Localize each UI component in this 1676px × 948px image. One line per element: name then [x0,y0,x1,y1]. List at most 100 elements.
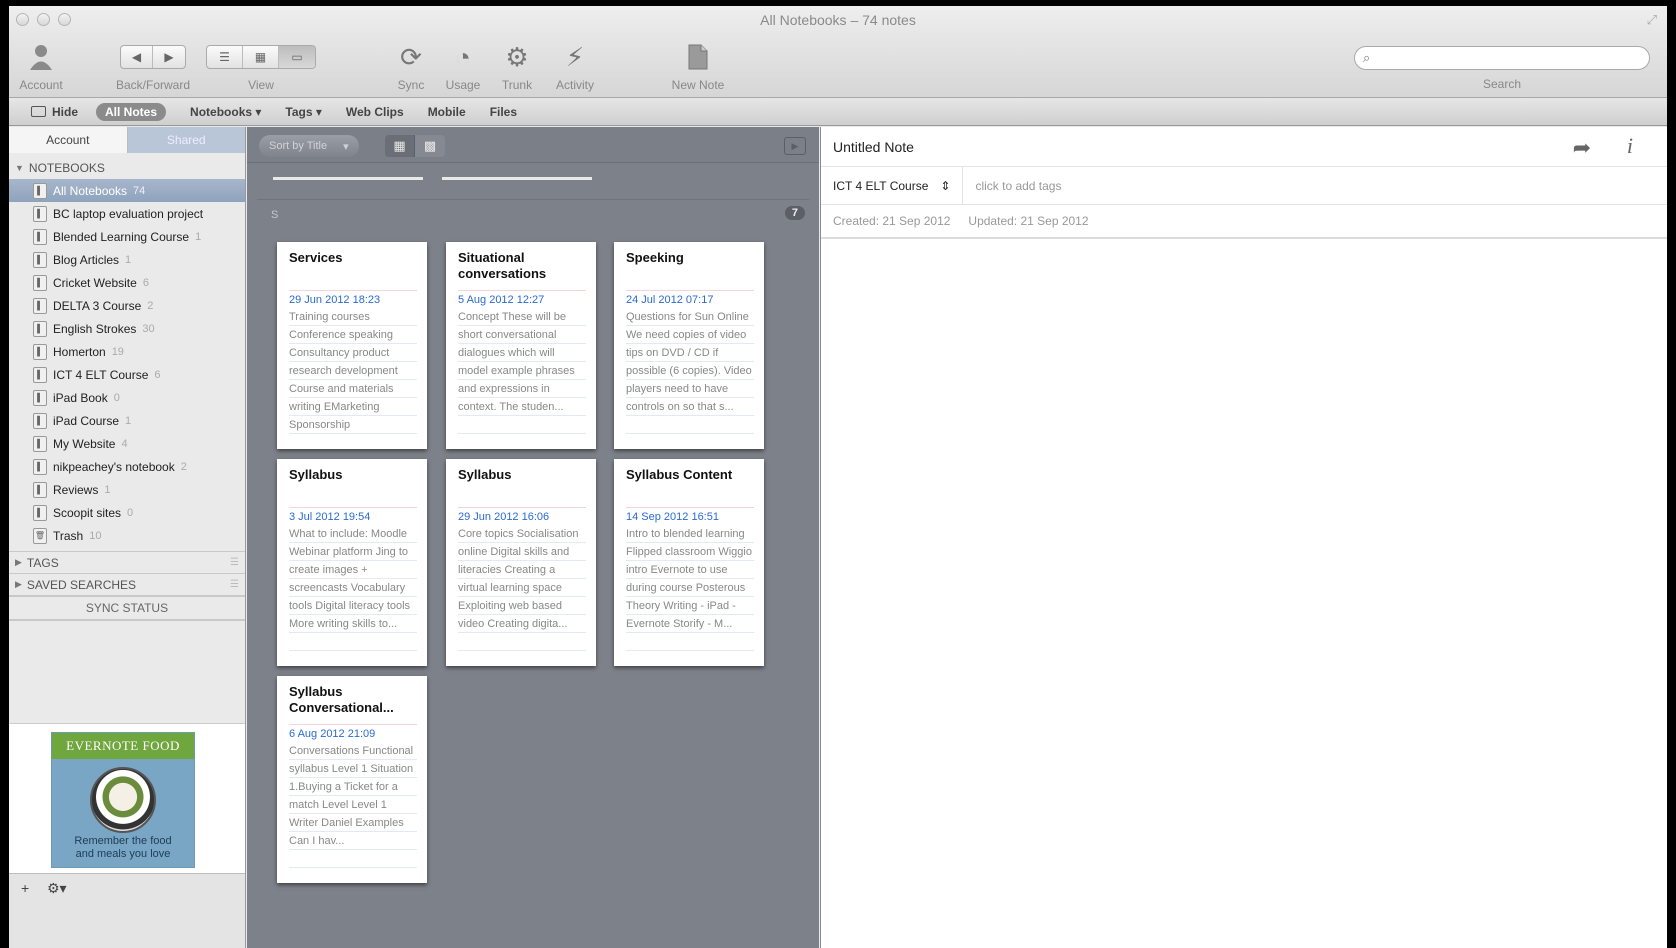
sidebar-item-notebook[interactable]: ▌ iPad Book 0 [9,386,245,409]
search-field[interactable]: ⌕ [1354,46,1650,70]
sort-label: Sort by Title [269,140,328,152]
all-notes-filter[interactable]: All Notes [96,102,167,121]
sidebar-item-notebook[interactable]: ▌ Reviews 1 [9,478,245,501]
search-icon: ⌕ [1363,50,1371,65]
notebook-selector[interactable]: ICT 4 ELT Course ⇕ [833,166,964,205]
note-card-title: Speeking [626,250,684,265]
notebook-name: Scoopit sites [53,505,122,520]
tags-menu[interactable]: Tags ▾ [285,105,321,119]
list-view-icon[interactable]: ☰ [207,46,243,68]
notebooks-menu[interactable]: Notebooks ▾ [190,105,261,119]
evernote-food-promo[interactable]: EVERNOTE FOOD Remember the food and meal… [51,732,195,868]
note-card-date: 24 Jul 2012 07:17 [626,290,754,308]
expand-note-icon[interactable]: ▶ [784,137,806,155]
card-view-icon[interactable]: ▭ [279,46,315,68]
disclosure-closed-icon: ▶ [15,557,22,567]
notebook-name: Blended Learning Course [53,229,190,244]
sidebar-item-notebook[interactable]: ▌ Cricket Website 6 [9,271,245,294]
tab-shared[interactable]: Shared [127,127,245,153]
note-card[interactable]: Syllabus Content 14 Sep 2012 16:51 Intro t… [614,459,764,666]
notebook-name: Trash [53,528,84,543]
hide-sidebar-button[interactable]: Hide [31,105,78,119]
sync-label: Sync [397,78,425,92]
note-card[interactable]: Syllabus 3 Jul 2012 19:54 What to include:… [277,459,427,666]
back-arrow-icon[interactable]: ◀ [121,46,154,68]
gear-icon[interactable]: ⚙▾ [47,880,67,897]
note-card[interactable]: Syllabus 29 Jun 2012 16:06 Core topics Soc… [446,459,596,666]
account-label: Account [19,78,63,92]
new-note-button[interactable]: New Note [664,40,732,92]
note-card[interactable]: Speeking 24 Jul 2012 07:17 Questions for S… [614,242,764,449]
notebook-count: 1 [125,253,132,266]
notebook-icon: ▌ [33,504,47,521]
window-title: All Notebooks – 74 notes [760,12,916,28]
tab-account[interactable]: Account [9,127,128,153]
activity-icon: ⚡ [565,41,585,72]
tags-section-header[interactable]: ▶ TAGS ☰ [9,551,245,573]
search-input[interactable] [1381,49,1641,67]
notebook-icon: ▌ [33,251,47,268]
note-card[interactable]: Services 29 Jun 2012 18:23 Training course… [277,242,427,449]
note-card[interactable]: Situational conversations 5 Aug 2012 12:2… [446,242,596,449]
files-filter[interactable]: Files [490,105,517,119]
drag-handle-icon: ☰ [230,557,239,568]
activity-button[interactable]: ⚡ Activity [547,40,603,93]
saved-searches-section-header[interactable]: ▶ SAVED SEARCHES ☰ [9,573,245,595]
account-button[interactable]: Account [15,40,67,92]
notebook-count: 1 [125,414,132,427]
share-icon[interactable]: ➦ [1573,135,1591,161]
notebook-name: Cricket Website [53,275,137,290]
trunk-button[interactable]: ⚙ Trunk [495,40,539,93]
tags-input[interactable]: click to add tags [963,179,1061,193]
small-grid-icon[interactable]: ▦ [385,135,415,157]
fullscreen-icon[interactable]: ⤢ [1647,12,1657,28]
notebook-icon: ▌ [33,481,47,498]
notebook-list: ▌ All Notebooks 74 ▌ BC laptop evaluation pr… [9,179,245,551]
sidebar-item-notebook[interactable]: ▌ My Website 4 [9,432,245,455]
sidebar-item-notebook[interactable]: ▌ ICT 4 ELT Course 6 [9,363,245,386]
notebook-icon: ▌ [33,228,47,245]
sidebar-item-notebook[interactable]: ▌ Scoopit sites 0 [9,501,245,524]
large-grid-icon[interactable]: ▩ [415,135,445,157]
sync-button[interactable]: ⟳ Sync [389,40,433,93]
filter-bar: Hide All Notes Notebooks ▾ Tags ▾ Web Cl… [9,98,1667,126]
sidebar-icon [31,106,46,117]
sidebar-item-trash[interactable]: 🗑 Trash 10 [9,524,245,547]
disclosure-open-icon: ▼ [15,163,24,173]
note-card-title: Situational conversations [458,250,547,281]
add-icon[interactable]: + [21,880,29,896]
note-body[interactable] [821,241,1667,948]
mobile-filter[interactable]: Mobile [428,105,466,119]
sidebar-item-notebook[interactable]: ▌ English Strokes 30 [9,317,245,340]
notebook-icon: ▌ [33,389,47,406]
notebook-name: nikpeachey's notebook [53,459,175,474]
web-clips-filter[interactable]: Web Clips [346,105,404,119]
sidebar-item-notebook[interactable]: ▌ DELTA 3 Course 2 [9,294,245,317]
usage-button[interactable]: ◔ Usage [441,40,485,93]
sidebar-item-notebook[interactable]: ▌ Blended Learning Course 1 [9,225,245,248]
split-view-icon[interactable]: ▦ [243,46,279,68]
sync-status[interactable]: SYNC STATUS [9,595,245,621]
note-card-title: Syllabus [458,467,512,482]
updated-date: Updated: 21 Sep 2012 [968,214,1089,228]
sidebar-item-notebook[interactable]: ▌ Homerton 19 [9,340,245,363]
forward-arrow-icon[interactable]: ▶ [153,46,185,68]
notebook-count: 1 [104,483,111,496]
note-title[interactable]: Untitled Note [833,139,914,155]
sidebar-item-notebook[interactable]: ▌ nikpeachey's notebook 2 [9,455,245,478]
notebook-icon: ▌ [33,412,47,429]
note-meta-bar: ICT 4 ELT Course ⇕ click to add tags [821,166,1667,205]
sidebar-item-notebook[interactable]: ▌ BC laptop evaluation project [9,202,245,225]
note-card-title: Syllabus Content [626,467,733,482]
sidebar-item-notebook[interactable]: ▌ Blog Articles 1 [9,248,245,271]
notebook-count: 6 [142,276,149,289]
notebooks-section-header[interactable]: ▼ NOTEBOOKS [9,157,245,179]
notebook-name: DELTA 3 Course [53,298,142,313]
saved-searches-header-label: SAVED SEARCHES [26,577,137,592]
sort-dropdown[interactable]: Sort by Title ▾ [259,135,359,157]
sidebar-item-all-notebooks[interactable]: ▌ All Notebooks 74 [9,179,245,202]
sidebar-item-notebook[interactable]: ▌ iPad Course 1 [9,409,245,432]
info-icon[interactable]: i [1627,133,1633,159]
note-card[interactable]: Syllabus Conversational... 6 Aug 2012 21:… [277,676,427,883]
notebook-count: 0 [127,506,134,519]
